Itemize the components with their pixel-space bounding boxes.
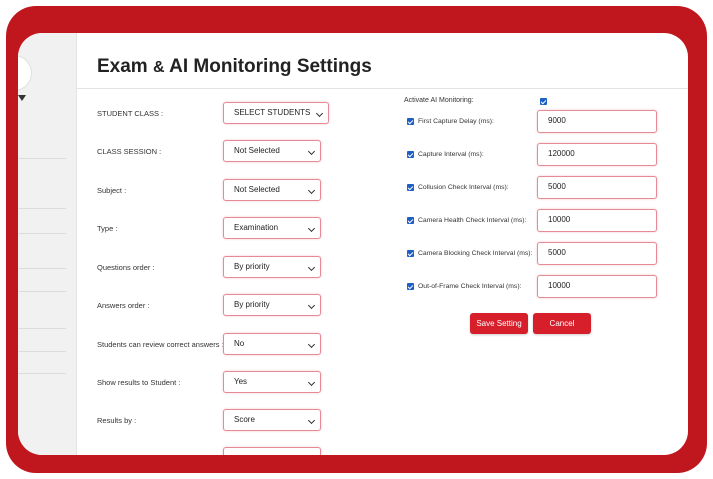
- field-label: Show results to Student :: [97, 378, 181, 387]
- chevron-down-icon: [307, 301, 316, 310]
- field-label: Questions order :: [97, 263, 155, 272]
- save-setting-button[interactable]: Save Setting: [470, 313, 528, 334]
- field-label: CLASS SESSION :: [97, 147, 162, 156]
- out-of-frame-checkbox[interactable]: [407, 283, 414, 290]
- subject-select[interactable]: Not Selected: [223, 179, 321, 201]
- sidebar-divider: [18, 208, 66, 209]
- field-label: Students can review correct answers :: [97, 340, 224, 349]
- collusion-check-input[interactable]: 5000: [537, 176, 657, 199]
- camera-blocking-input[interactable]: 5000: [537, 242, 657, 265]
- field-label: Collusion Check Interval (ms):: [418, 184, 509, 191]
- form-row-subject: Subject : Not Selected: [18, 179, 328, 203]
- chevron-down-icon: [307, 147, 316, 156]
- ai-row-out-of-frame: Out-of-Frame Check Interval (ms): 10000: [404, 275, 688, 299]
- chevron-down-icon: [307, 416, 316, 425]
- capture-interval-input[interactable]: 120000: [537, 143, 657, 166]
- results-by-select[interactable]: Score: [223, 409, 321, 431]
- field-label: Camera Blocking Check Interval (ms):: [418, 250, 533, 257]
- ai-row-capture-interval: Capture Interval (ms): 120000: [404, 143, 688, 167]
- review-answers-select[interactable]: No: [223, 333, 321, 355]
- collusion-check-checkbox[interactable]: [407, 184, 414, 191]
- answers-order-select[interactable]: By priority: [223, 294, 321, 316]
- cancel-button[interactable]: Cancel: [533, 313, 591, 334]
- next-select-partial[interactable]: [223, 447, 321, 455]
- camera-blocking-checkbox[interactable]: [407, 250, 414, 257]
- activate-ai-checkbox[interactable]: [540, 98, 547, 105]
- camera-health-checkbox[interactable]: [407, 217, 414, 224]
- field-label: First Capture Delay (ms):: [418, 118, 494, 125]
- questions-order-select[interactable]: By priority: [223, 256, 321, 278]
- first-capture-delay-input[interactable]: 9000: [537, 110, 657, 133]
- field-label: Capture Interval (ms):: [418, 151, 484, 158]
- ai-row-collusion-check: Collusion Check Interval (ms): 5000: [404, 176, 688, 200]
- field-label: Subject :: [97, 186, 127, 195]
- app-screen: Exam & AI Monitoring Settings STUDENT CL…: [18, 33, 688, 455]
- camera-health-input[interactable]: 10000: [537, 209, 657, 232]
- chevron-down-icon: [307, 263, 316, 272]
- student-class-select[interactable]: SELECT STUDENTS: [223, 102, 329, 124]
- chevron-down-icon: [307, 186, 316, 195]
- class-session-select[interactable]: Not Selected: [223, 140, 321, 162]
- type-select[interactable]: Examination: [223, 217, 321, 239]
- ai-row-camera-blocking: Camera Blocking Check Interval (ms): 500…: [404, 242, 688, 266]
- form-row-answers-order: Answers order : By priority: [18, 294, 328, 318]
- form-row-questions-order: Questions order : By priority: [18, 256, 328, 280]
- capture-interval-checkbox[interactable]: [407, 151, 414, 158]
- ai-row-camera-health: Camera Health Check Interval (ms): 10000: [404, 209, 688, 233]
- form-row-type: Type : Examination: [18, 217, 328, 241]
- sidebar-divider: [18, 328, 66, 329]
- chevron-down-icon: [307, 378, 316, 387]
- activate-ai-label: Activate AI Monitoring:: [404, 97, 474, 104]
- ai-row-first-capture-delay: First Capture Delay (ms): 9000: [404, 110, 688, 134]
- field-label: Results by :: [97, 416, 137, 425]
- field-label: Answers order :: [97, 301, 150, 310]
- form-row-show-results: Show results to Student : Yes: [18, 371, 328, 395]
- show-results-select[interactable]: Yes: [223, 371, 321, 393]
- chevron-down-icon: [307, 340, 316, 349]
- out-of-frame-input[interactable]: 10000: [537, 275, 657, 298]
- field-label: Camera Health Check Interval (ms):: [418, 217, 527, 224]
- header-divider: [76, 88, 688, 89]
- form-row-class-session: CLASS SESSION : Not Selected: [18, 140, 328, 164]
- sidebar-divider: [18, 291, 66, 292]
- page-title: Exam & AI Monitoring Settings: [97, 56, 372, 77]
- chevron-down-icon: [307, 224, 316, 233]
- form-row-results-by: Results by : Score: [18, 409, 328, 433]
- form-row-student-class: STUDENT CLASS : SELECT STUDENTS: [18, 102, 329, 126]
- field-label: STUDENT CLASS :: [97, 109, 164, 118]
- sidebar-logo-icon: [18, 95, 26, 101]
- field-label: Type :: [97, 224, 118, 233]
- form-row-review-answers: Students can review correct answers : No: [18, 333, 328, 357]
- field-label: Out-of-Frame Check Interval (ms):: [418, 283, 522, 290]
- sidebar-avatar[interactable]: [18, 55, 32, 91]
- first-capture-delay-checkbox[interactable]: [407, 118, 414, 125]
- chevron-down-icon: [315, 109, 324, 118]
